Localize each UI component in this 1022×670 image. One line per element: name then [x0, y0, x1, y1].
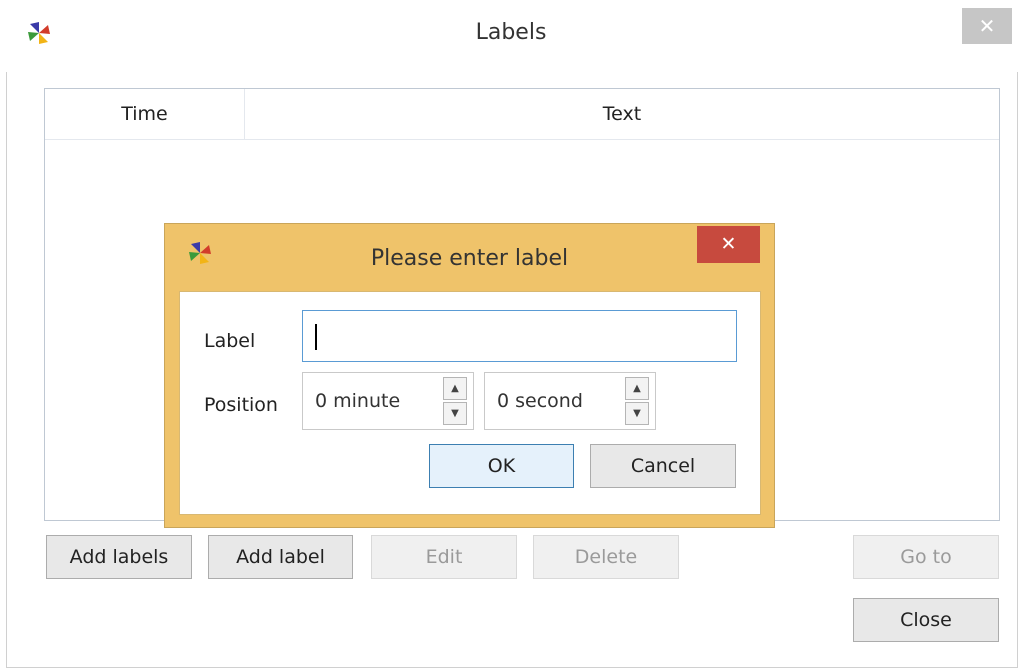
- spin-down-icon[interactable]: ▼: [625, 402, 649, 425]
- minute-value: 0 minute: [315, 390, 401, 412]
- window-title: Labels: [475, 20, 547, 45]
- label-field-label: Label: [204, 330, 256, 352]
- spin-up-icon[interactable]: ▲: [443, 377, 467, 400]
- close-icon[interactable]: ✕: [962, 8, 1012, 44]
- spin-down-icon[interactable]: ▼: [443, 402, 467, 425]
- cancel-button[interactable]: Cancel: [590, 444, 736, 488]
- add-label-button[interactable]: Add label: [208, 535, 353, 579]
- dialog-close-icon[interactable]: ✕: [697, 226, 760, 263]
- second-value: 0 second: [497, 390, 583, 412]
- column-header-text[interactable]: Text: [245, 89, 999, 140]
- add-labels-button[interactable]: Add labels: [46, 535, 192, 579]
- text-caret: [315, 324, 317, 350]
- close-button[interactable]: Close: [853, 598, 999, 642]
- table-header: Time Text: [45, 89, 999, 140]
- second-spin-buttons: ▲ ▼: [625, 377, 649, 425]
- label-input[interactable]: [302, 310, 737, 362]
- minute-spin-buttons: ▲ ▼: [443, 377, 467, 425]
- second-spinbox[interactable]: 0 second ▲ ▼: [484, 372, 656, 430]
- column-header-time[interactable]: Time: [45, 89, 245, 140]
- main-titlebar: Labels ✕: [0, 0, 1022, 72]
- position-label: Position: [204, 394, 278, 416]
- spin-up-icon[interactable]: ▲: [625, 377, 649, 400]
- dialog-body: Label Position 0 minute ▲ ▼ 0 second ▲ ▼…: [179, 291, 761, 515]
- enter-label-dialog: Please enter label ✕ Label Position 0 mi…: [164, 223, 775, 528]
- delete-button[interactable]: Delete: [533, 535, 679, 579]
- dialog-title: Please enter label: [370, 246, 569, 271]
- ok-button[interactable]: OK: [429, 444, 574, 488]
- go-to-button[interactable]: Go to: [853, 535, 999, 579]
- minute-spinbox[interactable]: 0 minute ▲ ▼: [302, 372, 474, 430]
- edit-button[interactable]: Edit: [371, 535, 517, 579]
